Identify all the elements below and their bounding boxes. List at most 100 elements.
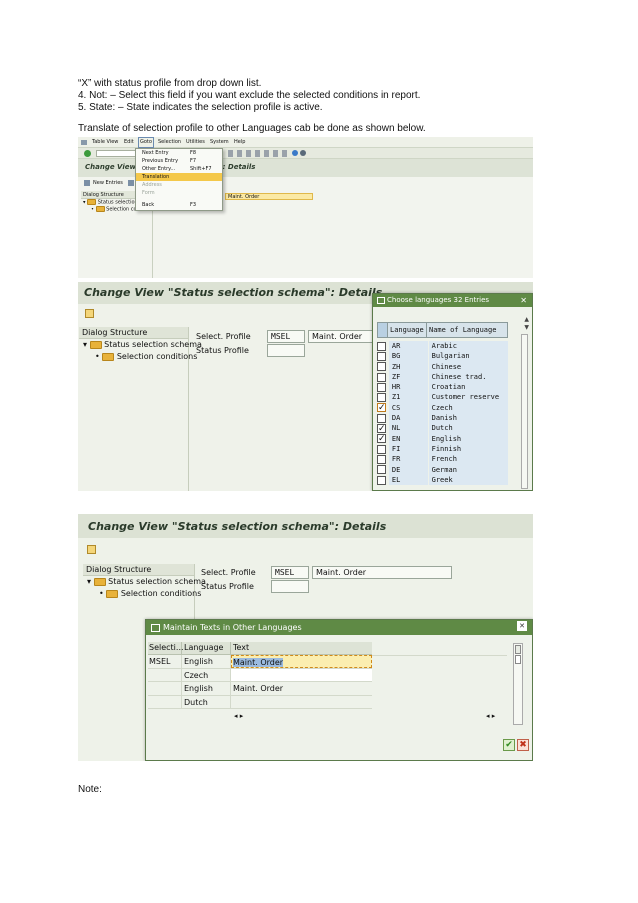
menu-goto[interactable]: Goto [138, 137, 154, 148]
field-maint-order[interactable]: Maint. Order [225, 193, 313, 200]
language-checkbox[interactable] [377, 362, 386, 372]
language-code: BG [388, 351, 428, 362]
folder-icon [87, 199, 97, 205]
goto-menu-item[interactable]: Address [136, 181, 222, 189]
texts-table-header: Selecti... Language Text [148, 642, 372, 655]
text-input-cell[interactable] [231, 668, 372, 681]
field-status-profile[interactable] [267, 344, 305, 357]
text-row[interactable]: English Maint. Order [148, 682, 372, 696]
language-checkbox[interactable] [377, 382, 386, 392]
horizontal-scroll[interactable]: ◂ ▸ [148, 709, 372, 723]
language-row[interactable]: FI Finnish [377, 443, 508, 455]
menu-utilities[interactable]: Utilities [186, 137, 205, 148]
text-input-cell[interactable]: Maint. Order [231, 682, 372, 695]
language-checkbox[interactable]: ✓ [377, 424, 386, 434]
close-icon[interactable]: ✕ [520, 294, 527, 307]
language-checkbox[interactable] [377, 465, 386, 475]
goto-menu-item[interactable]: Next Entry F8 [136, 149, 222, 157]
popup-scrollbar[interactable] [521, 334, 528, 489]
language-checkbox[interactable]: ✓ [377, 434, 386, 444]
text-input-cell[interactable]: Maint. Order [231, 655, 372, 668]
goto-menu-item[interactable]: Previous Entry F7 [136, 157, 222, 165]
menu-table-view[interactable]: Table View [92, 137, 118, 148]
text-row[interactable]: Dutch [148, 695, 372, 709]
col-name[interactable]: Name of Language [427, 323, 507, 337]
language-row[interactable]: DE German [377, 464, 508, 475]
field-profile-text[interactable]: Maint. Order [312, 566, 452, 579]
text-row[interactable]: Czech [148, 668, 372, 682]
col-language[interactable]: Language [182, 642, 231, 654]
tree-item-status-selection[interactable]: ▾ Status selection schema [79, 339, 202, 351]
scroll-thumb[interactable] [515, 655, 521, 664]
language-row[interactable]: BG Bulgarian [377, 351, 508, 362]
scroll-left-right-icon-2[interactable]: ◂ ▸ [486, 712, 495, 720]
language-row[interactable]: Z1 Customer reserve [377, 392, 508, 403]
folder-icon [93, 577, 106, 586]
layout-icon[interactable] [300, 150, 306, 156]
doc-line-2: 4. Not: – Select this field if you want … [78, 90, 421, 101]
goto-menu-item[interactable]: Translation [136, 173, 222, 181]
field-profile-text[interactable]: Maint. Order [308, 330, 378, 343]
screenshot-choose-languages: Change View "Status selection schema": D… [78, 282, 533, 491]
cancel-x-button[interactable]: ✖ [517, 739, 529, 751]
tree-item-selection-conditions[interactable]: • Selection conditions [83, 588, 201, 600]
language-code: FI [388, 443, 428, 455]
language-row[interactable]: ZH Chinese [377, 361, 508, 372]
scroll-left-right-icon[interactable]: ◂ ▸ [234, 709, 243, 723]
menu-edit[interactable]: Edit [124, 137, 134, 148]
language-row[interactable]: ✓ NL Dutch [377, 423, 508, 434]
copy-icon[interactable] [128, 180, 134, 186]
language-checkbox[interactable] [377, 444, 386, 454]
toolbar-icons[interactable] [228, 150, 288, 157]
tree-item-status-selection[interactable]: ▾ Status selection schema [83, 576, 206, 588]
goto-menu-item[interactable]: Other Entry... Shift+F7 [136, 165, 222, 173]
vertical-scrollbar[interactable] [513, 643, 523, 725]
language-row[interactable]: ZF Chinese trad. [377, 371, 508, 383]
language-checkbox[interactable] [377, 341, 386, 351]
language-row[interactable]: ✓ CS Czech [377, 402, 508, 414]
enter-icon[interactable] [84, 150, 91, 157]
language-checkbox[interactable] [377, 393, 386, 403]
language-row[interactable]: EL Greek [377, 474, 508, 486]
language-row[interactable]: DA Danish [377, 413, 508, 424]
select-all-cell[interactable] [378, 323, 388, 337]
language-checkbox[interactable] [377, 454, 386, 464]
confirm-check-button[interactable]: ✔ [503, 739, 515, 751]
col-language[interactable]: Language [388, 323, 427, 337]
scroll-up-button[interactable] [515, 645, 521, 654]
language-checkbox[interactable]: ✓ [377, 403, 386, 413]
language-row[interactable]: HR Croatian [377, 382, 508, 393]
scroll-up-arrows[interactable]: ▲ ▼ [524, 316, 529, 332]
menu-system[interactable]: System [210, 137, 229, 148]
language-name: Chinese trad. [428, 371, 508, 383]
display-change-icon[interactable] [85, 309, 94, 318]
language-checkbox[interactable] [377, 413, 386, 423]
language-row[interactable]: AR Arabic [377, 341, 508, 352]
languages-table: Language Name of Language AR Arabic BG Bulg… [377, 322, 508, 486]
col-selection[interactable]: Selecti... [148, 642, 184, 654]
field-select-profile[interactable]: MSEL [267, 330, 305, 343]
command-field[interactable] [96, 150, 136, 157]
language-checkbox[interactable] [377, 351, 386, 361]
close-icon[interactable]: ✕ [517, 621, 527, 631]
goto-menu-item[interactable]: Form [136, 189, 222, 197]
col-text[interactable]: Text [231, 642, 372, 654]
text-input-cell[interactable] [231, 696, 372, 709]
goto-menu-item[interactable]: Back F3 [136, 201, 222, 209]
display-change-icon[interactable] [87, 545, 96, 554]
tree-item-selection-conditions[interactable]: • Selection conditions [79, 351, 197, 363]
language-checkbox[interactable] [377, 475, 386, 485]
help-icon[interactable] [292, 150, 298, 156]
language-checkbox[interactable] [377, 372, 386, 382]
folder-icon [106, 589, 119, 598]
field-select-profile[interactable]: MSEL [271, 566, 309, 579]
language-name: Greek [428, 474, 508, 486]
menu-selection[interactable]: Selection [158, 137, 181, 148]
dialog-structure-header: Dialog Structure [79, 327, 188, 339]
language-row[interactable]: FR French [377, 454, 508, 465]
language-row[interactable]: ✓ EN English [377, 433, 508, 444]
text-row[interactable]: MSEL English Maint. Order [148, 655, 372, 669]
menu-help[interactable]: Help [234, 137, 245, 148]
new-entries-button[interactable]: New Entries [93, 177, 123, 189]
field-status-profile[interactable] [271, 580, 309, 593]
